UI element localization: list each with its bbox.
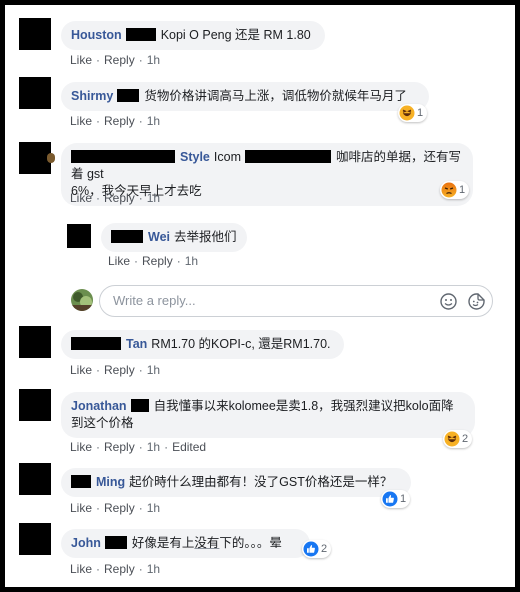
- comment-actions: Like · Reply · 1h: [70, 363, 161, 377]
- comment-bubble: Tan RM1.70 的KOPI-c, 還是RM1.70.: [61, 330, 344, 359]
- reply-link[interactable]: Reply: [104, 440, 135, 454]
- like-link[interactable]: Like: [70, 363, 92, 377]
- redacted-name: [130, 399, 149, 412]
- comment-bubble: Ming 起价時什么理由都有！没了GST价格还是一样？: [61, 468, 411, 497]
- reaction-count: 1: [459, 184, 466, 196]
- timestamp[interactable]: 1h: [147, 562, 160, 576]
- comment-text: Kopi O Peng 还是 RM 1.80: [160, 28, 311, 42]
- comment-text: RM1.70 的KOPI-c, 還是RM1.70.: [151, 337, 331, 351]
- like-link[interactable]: Like: [70, 191, 92, 205]
- reaction-badge[interactable]: 2: [302, 540, 332, 558]
- redacted-name: [111, 230, 143, 243]
- reply-link[interactable]: Reply: [104, 501, 135, 515]
- reply-link[interactable]: Reply: [104, 53, 135, 67]
- comment-thread: Houston Kopi O Peng 还是 RM 1.80 Like · Reply…: [5, 5, 515, 587]
- comment-bubble: Houston Kopi O Peng 还是 RM 1.80: [61, 21, 325, 50]
- commenter-name[interactable]: Ming: [96, 475, 125, 489]
- comment-text-end: 下的。。。晕: [219, 536, 282, 550]
- comment-actions: Like · Reply · 1h: [70, 501, 161, 515]
- timestamp[interactable]: 1h: [147, 191, 160, 205]
- comment-bubble: Jonathan 自我懂事以来kolomee是卖1.8，我强烈建议把kolo面降 …: [61, 392, 475, 438]
- like-link[interactable]: Like: [70, 440, 92, 454]
- comment-text-underlined: 没有: [194, 536, 220, 550]
- avatar[interactable]: [19, 77, 51, 109]
- avatar[interactable]: [19, 18, 51, 50]
- avatar[interactable]: [19, 523, 51, 555]
- commenter-name[interactable]: Jonathan: [71, 399, 127, 413]
- redacted-text: [244, 150, 331, 163]
- redacted-name: [71, 150, 175, 163]
- current-user-avatar[interactable]: [71, 289, 93, 311]
- reply-input[interactable]: [111, 292, 415, 309]
- reply-link[interactable]: Reply: [104, 562, 135, 576]
- timestamp[interactable]: 1h: [147, 114, 160, 128]
- timestamp[interactable]: 1h: [147, 363, 160, 377]
- reply-link[interactable]: Reply: [104, 114, 135, 128]
- avatar[interactable]: [19, 326, 51, 358]
- reply-link[interactable]: Reply: [142, 254, 173, 268]
- sticker-icon[interactable]: [468, 293, 485, 310]
- timestamp[interactable]: 1h: [147, 440, 160, 454]
- angry-emoji-icon: [441, 182, 457, 198]
- reaction-badge[interactable]: 2: [443, 430, 473, 448]
- like-link[interactable]: Like: [108, 254, 130, 268]
- reply-link[interactable]: Reply: [104, 363, 135, 377]
- edited-link[interactable]: Edited: [172, 440, 206, 454]
- haha-emoji-icon: [444, 431, 460, 447]
- smiley-icon[interactable]: [440, 293, 457, 310]
- comment-text-line1: 自我懂事以来kolomee是卖1.8，我强烈建议把kolo面降: [153, 399, 454, 413]
- redacted-name: [125, 28, 156, 41]
- like-link[interactable]: Like: [70, 114, 92, 128]
- reaction-count: 1: [417, 107, 424, 119]
- comment-name-fragment: Icom: [213, 150, 241, 164]
- reaction-badge[interactable]: 1: [440, 181, 470, 199]
- comment-text: 货物价格讲调高马上涨，调低物价就候年马月了: [144, 89, 407, 103]
- reply-link[interactable]: Reply: [104, 191, 135, 205]
- redacted-name: [71, 337, 121, 350]
- comment-bubble: Shirmy 货物价格讲调高马上涨，调低物价就候年马月了: [61, 82, 429, 111]
- comment-text: 去举报他们: [174, 230, 237, 244]
- commenter-name[interactable]: Houston: [71, 28, 122, 42]
- like-link[interactable]: Like: [70, 501, 92, 515]
- comment-text: 好像是有上: [131, 536, 195, 550]
- comment-bubble: John 好像是有上没有下的。。。晕: [61, 529, 310, 558]
- reaction-count: 2: [321, 543, 328, 555]
- comment-actions: Like · Reply · 1h · Edited: [70, 440, 207, 454]
- redacted-name: [71, 475, 91, 488]
- redacted-name: [104, 536, 127, 549]
- reaction-badge[interactable]: 1: [381, 490, 411, 508]
- timestamp[interactable]: 1h: [185, 254, 198, 268]
- avatar-badge: [47, 153, 55, 163]
- avatar[interactable]: [19, 389, 51, 421]
- redacted-name: [117, 89, 140, 102]
- reaction-badge[interactable]: 1: [398, 104, 428, 122]
- reaction-count: 2: [462, 433, 469, 445]
- like-reaction-icon: [303, 541, 319, 557]
- reply-box: [99, 285, 493, 317]
- comment-actions: Like · Reply · 1h: [70, 562, 161, 576]
- commenter-name[interactable]: Style: [180, 150, 210, 164]
- commenter-name[interactable]: Tan: [126, 337, 147, 351]
- comment-actions: Like · Reply · 1h: [70, 114, 161, 128]
- haha-emoji-icon: [399, 105, 415, 121]
- avatar[interactable]: [19, 463, 51, 495]
- comment-actions: Like · Reply · 1h: [108, 254, 199, 268]
- timestamp[interactable]: 1h: [147, 53, 160, 67]
- like-reaction-icon: [382, 491, 398, 507]
- comment-text: 起价時什么理由都有！没了GST价格还是一样？: [129, 475, 393, 489]
- user-photo-icon: [71, 292, 93, 311]
- comment-actions: Like · Reply · 1h: [70, 191, 161, 205]
- commenter-name[interactable]: John: [71, 536, 101, 550]
- comment-bubble: Wei 去举报他们: [101, 223, 247, 252]
- comment-text-line2: 到这个价格: [71, 416, 134, 430]
- like-link[interactable]: Like: [70, 53, 92, 67]
- commenter-name[interactable]: Wei: [148, 230, 170, 244]
- like-link[interactable]: Like: [70, 562, 92, 576]
- commenter-name[interactable]: Shirmy: [71, 89, 113, 103]
- avatar[interactable]: [67, 224, 91, 248]
- reaction-count: 1: [400, 493, 407, 505]
- timestamp[interactable]: 1h: [147, 501, 160, 515]
- comment-actions: Like · Reply · 1h: [70, 53, 161, 67]
